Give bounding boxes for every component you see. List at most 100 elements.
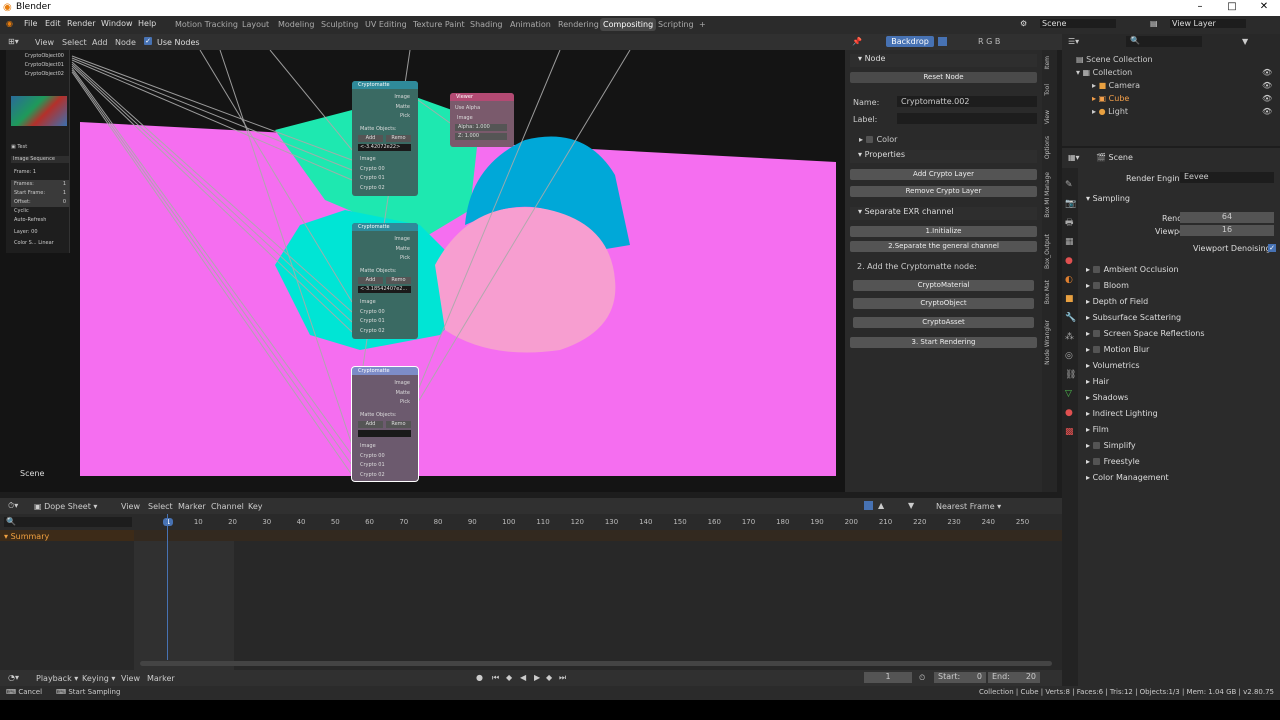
remove-matte-button[interactable]: Remo (386, 421, 411, 428)
eye-icon[interactable]: 👁 (1262, 107, 1272, 116)
viewport-samples-field[interactable]: 16 (1180, 225, 1274, 236)
bloom-panel[interactable]: ▸ Bloom (1086, 281, 1129, 290)
start-frame-field[interactable]: Start Frame: 1 (11, 189, 69, 198)
ghost-icon[interactable]: ▲ (878, 501, 884, 510)
render-tab-icon[interactable]: 📷 (1065, 195, 1076, 214)
maximize-button[interactable]: □ (1222, 1, 1242, 12)
name-field[interactable]: Cryptomatte.002 (897, 96, 1037, 107)
outliner-search-input[interactable]: 🔍 (1126, 36, 1202, 47)
node-menu-select[interactable]: Select (62, 38, 87, 47)
tab-view[interactable]: View (1044, 110, 1051, 124)
physics-tab-icon[interactable]: ◎ (1065, 347, 1076, 366)
tab-layout[interactable]: Layout (239, 18, 272, 31)
cyclic-checkbox[interactable]: Cyclic (14, 208, 29, 214)
tab-box-mat[interactable]: Box Mat (1044, 280, 1051, 304)
add-crypto-layer-button[interactable]: Add Crypto Layer (850, 169, 1037, 180)
tab-box-output[interactable]: Box_Output (1044, 234, 1051, 269)
add-workspace-button[interactable]: + (696, 18, 709, 31)
view-layer-icon[interactable]: ▤ (1150, 19, 1158, 28)
render-samples-field[interactable]: 64 (1180, 212, 1274, 223)
texture-tab-icon[interactable]: ▩ (1065, 423, 1076, 442)
pb-menu-marker[interactable]: Marker (147, 674, 175, 683)
modifier-tab-icon[interactable]: 🔧 (1065, 309, 1076, 328)
collection-row[interactable]: ▾ ▦ Collection (1076, 68, 1132, 77)
dope-sheet-mode-dropdown[interactable]: ▣ Dope Sheet ▾ (34, 502, 97, 511)
outliner-item-camera[interactable]: ▸ ■ Camera (1092, 81, 1140, 90)
simplify-panel[interactable]: ▸ Simplify (1086, 441, 1136, 450)
keying-menu[interactable]: Keying ▾ (82, 674, 115, 683)
tab-motion-tracking[interactable]: Motion Tracking (172, 18, 241, 31)
remove-matte-button[interactable]: Remo (386, 135, 411, 142)
image-thumbnail[interactable] (11, 96, 67, 126)
tab-shading[interactable]: Shading (467, 18, 506, 31)
initialize-button[interactable]: 1.Initialize (850, 226, 1037, 237)
play-reverse-button[interactable]: ◀ (520, 673, 526, 682)
layer-field[interactable]: Layer: 00 (14, 229, 38, 235)
volumetrics-panel[interactable]: ▸ Volumetrics (1086, 361, 1140, 370)
backdrop-color-icon[interactable] (938, 37, 947, 46)
tab-compositing[interactable]: Compositing (600, 18, 657, 31)
remove-crypto-layer-button[interactable]: Remove Crypto Layer (850, 186, 1037, 197)
viewer-node-header[interactable]: Viewer (450, 93, 514, 101)
node-menu-add[interactable]: Add (92, 38, 108, 47)
matte-id-field[interactable]: <-3.18542407e2... (358, 286, 411, 293)
dope-menu-select[interactable]: Select (148, 502, 173, 511)
tool-tab-icon[interactable]: ✎ (1065, 176, 1076, 195)
tab-tool[interactable]: Tool (1044, 84, 1051, 96)
tab-animation[interactable]: Animation (507, 18, 554, 31)
viewer-node[interactable]: Viewer Use Alpha Image Alpha: 1.000 Z: 1… (450, 93, 514, 147)
view-layer-tab-icon[interactable]: ▦ (1065, 233, 1076, 252)
render-layers-node[interactable]: CryptoObject00 CryptoObject01 CryptoObje… (6, 50, 70, 253)
dope-menu-channel[interactable]: Channel (211, 502, 244, 511)
data-tab-icon[interactable]: ▽ (1065, 385, 1076, 404)
dope-sheet-body[interactable]: ▾ Summary (0, 514, 1062, 670)
start-frame-field[interactable]: Start: 0 (934, 672, 986, 683)
eye-icon[interactable]: 👁 (1262, 94, 1272, 103)
playback-menu[interactable]: Playback ▾ (36, 674, 78, 683)
depth-of-field-panel[interactable]: ▸ Depth of Field (1086, 297, 1148, 306)
scene-collection-row[interactable]: ▤ Scene Collection (1076, 55, 1153, 64)
tab-node-wrangler[interactable]: Node Wrangler (1044, 320, 1051, 365)
end-frame-field[interactable]: End: 20 (988, 672, 1040, 683)
label-field[interactable] (897, 113, 1037, 124)
tab-uv-editing[interactable]: UV Editing (362, 18, 410, 31)
jump-end-button[interactable]: ⏭ (559, 673, 566, 683)
menu-window[interactable]: Window (101, 19, 133, 28)
offset-field[interactable]: Offset: 0 (11, 198, 69, 207)
preview-range-icon[interactable]: ⏲ (919, 673, 925, 683)
playhead[interactable] (167, 514, 168, 660)
tab-modeling[interactable]: Modeling (275, 18, 317, 31)
node-menu-view[interactable]: View (35, 38, 54, 47)
snap-mode-dropdown[interactable]: Nearest Frame ▾ (936, 502, 1001, 511)
outliner-editor-icon[interactable]: ☰▾ (1068, 37, 1079, 46)
crypto-asset-button[interactable]: CryptoAsset (853, 317, 1034, 328)
add-matte-button[interactable]: Add (358, 421, 383, 428)
tab-sculpting[interactable]: Sculpting (318, 18, 361, 31)
constraints-tab-icon[interactable]: ⛓ (1065, 366, 1076, 385)
eye-icon[interactable]: 👁 (1262, 68, 1272, 77)
indirect-lighting-panel[interactable]: ▸ Indirect Lighting (1086, 409, 1158, 418)
outliner-item-cube[interactable]: ▸ ▣ Cube (1092, 94, 1129, 103)
remove-matte-button[interactable]: Remo (386, 277, 411, 284)
dope-menu-key[interactable]: Key (248, 502, 263, 511)
crypto-object-button[interactable]: CryptoObject (853, 298, 1034, 309)
node-header[interactable]: Cryptomatte (352, 223, 418, 231)
sampling-panel[interactable]: ▾ Sampling (1086, 194, 1130, 203)
use-nodes-checkbox[interactable]: ✓ (144, 37, 152, 45)
matte-id-field[interactable] (358, 430, 411, 437)
color-space-field[interactable]: Color S... Linear (14, 240, 54, 246)
node-menu-node[interactable]: Node (115, 38, 136, 47)
film-panel[interactable]: ▸ Film (1086, 425, 1109, 434)
node-canvas[interactable]: Cryptomatte Image Matte Pick Matte Objec… (0, 50, 845, 492)
render-engine-dropdown[interactable]: Eevee (1180, 172, 1274, 183)
play-button[interactable]: ▶ (534, 673, 540, 682)
menu-help[interactable]: Help (138, 19, 156, 28)
tab-box-mi-manage[interactable]: Box MI Manage (1044, 172, 1051, 218)
source-dropdown[interactable]: Image Sequence (11, 156, 69, 163)
separate-exr-section-header[interactable]: ▾ Separate EXR channel (850, 207, 1037, 220)
tab-rendering[interactable]: Rendering (555, 18, 602, 31)
motion-blur-panel[interactable]: ▸ Motion Blur (1086, 345, 1149, 354)
separate-channel-button[interactable]: 2.Separate the general channel (850, 241, 1037, 252)
summary-label[interactable]: ▾ Summary (4, 532, 49, 541)
filter-icon[interactable]: ▼ (908, 501, 914, 510)
